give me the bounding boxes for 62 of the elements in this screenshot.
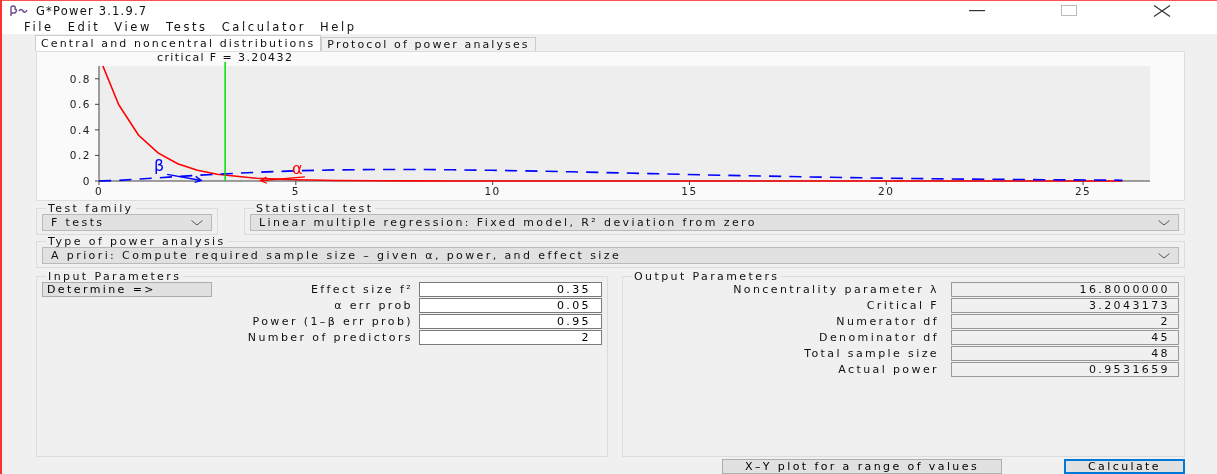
input-field[interactable]: 0.95 [419, 314, 602, 329]
parameter-label: Critical F [865, 299, 940, 312]
annotation: β [154, 156, 165, 176]
parameter-label: Numerator df [835, 315, 940, 328]
input-field[interactable]: 2 [419, 330, 602, 345]
pointer-label: α [258, 158, 306, 184]
x-tick-label: 25 [1074, 185, 1092, 197]
test-family-dropdown[interactable]: F tests [42, 214, 212, 231]
window-title: G*Power 3.1.9.7 [36, 3, 148, 18]
parameter-label: Power (1–β err prob) [251, 315, 414, 328]
critical-value-label: critical F = 3.20432 [156, 52, 294, 64]
y-tick-label: 0.4 [69, 123, 91, 136]
x-tick-label: 15 [681, 185, 698, 197]
x-tick-label: 5 [291, 185, 300, 197]
analysis-type-dropdown[interactable]: A priori: Compute required sample size – given α, power, and effect size [42, 247, 1179, 264]
parameter-label: Noncentrality parameter λ [732, 283, 940, 296]
x-tick-label: 0 [94, 185, 104, 197]
minimize-icon[interactable] [969, 9, 985, 12]
parameter-label: Number of predictors [246, 331, 414, 344]
group-label: Statistical test [255, 203, 375, 214]
menu-item[interactable]: File [24, 20, 54, 34]
group-label: Type of power analysis [47, 236, 227, 247]
input-field[interactable]: 0.05 [419, 298, 602, 313]
y-tick-label: 0 [82, 175, 91, 187]
output-field: 16.8000000 [951, 282, 1179, 297]
x-tick-label: 10 [484, 185, 501, 197]
chevron-icon [1158, 252, 1170, 259]
menu-item[interactable]: Tests [166, 20, 208, 34]
output-field: 2 [951, 314, 1179, 329]
output-field: 3.2043173 [951, 298, 1179, 313]
input-field[interactable]: 0.35 [419, 282, 602, 297]
parameter-label: Effect size f² [309, 283, 414, 296]
close-icon[interactable] [1153, 4, 1171, 17]
y-tick-label: 0.2 [69, 149, 91, 162]
menu-item[interactable]: Calculator [221, 20, 307, 34]
output-field: 45 [951, 330, 1179, 345]
parameter-label: Total sample size [803, 347, 940, 360]
menu-item[interactable]: Edit [67, 20, 101, 34]
group-label: Test family [47, 203, 135, 214]
menu-item[interactable]: View [114, 20, 153, 34]
chevron-icon [1158, 219, 1170, 226]
tab[interactable]: Protocol of power analyses [321, 37, 536, 51]
y-tick-label: 0.8 [69, 72, 91, 85]
menu-item[interactable]: Help [320, 20, 357, 34]
parameter-label: Denominator df [818, 331, 940, 344]
tab[interactable]: Central and noncentral distributions [35, 35, 322, 51]
y-tick-label: 0.6 [69, 98, 91, 111]
determine-button[interactable]: Determine => [42, 282, 212, 297]
annotation: α [291, 158, 303, 178]
parameter-label: Actual power [837, 363, 940, 376]
x-tick-label: 20 [878, 185, 895, 197]
pointer-label: β [154, 156, 203, 184]
plot-button[interactable]: X–Y plot for a range of values [721, 459, 1002, 474]
statistical-test-dropdown[interactable]: Linear multiple regression: Fixed model, R² deviation from zero [250, 214, 1179, 231]
output-field: 0.9531659 [951, 362, 1179, 377]
group-label: Input Parameters [47, 271, 183, 282]
parameter-label: α err prob [333, 299, 414, 312]
app-icon [10, 4, 28, 17]
output-field: 48 [951, 346, 1179, 361]
chevron-icon [191, 219, 203, 226]
calculate-button[interactable]: Calculate [1064, 459, 1185, 474]
group-label: Output Parameters [633, 271, 781, 282]
